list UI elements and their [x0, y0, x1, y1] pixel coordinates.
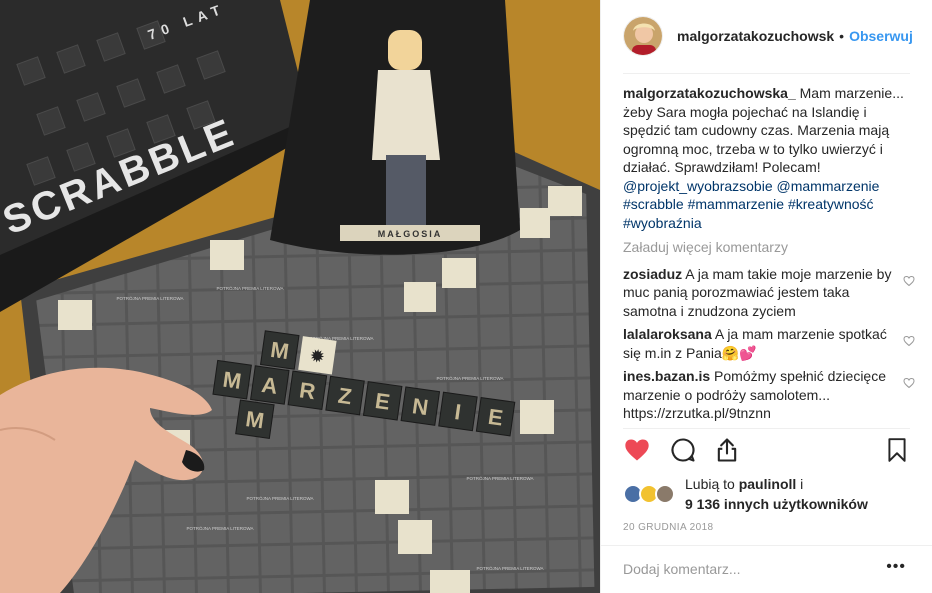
heart-icon[interactable]: [623, 436, 651, 464]
caption-username[interactable]: malgorzatakozuchowska_: [623, 85, 796, 101]
comment-like-icon[interactable]: [903, 275, 915, 287]
avatar[interactable]: [623, 16, 663, 56]
liker-avatars: [623, 484, 679, 504]
likes-middle: i: [800, 476, 804, 492]
comment-icon[interactable]: [669, 436, 697, 464]
avatar-image: [624, 17, 662, 55]
bookmark-icon[interactable]: [884, 436, 910, 464]
post-sidebar: malgorzatakozuchowsk • Obserwuj malgorza…: [600, 0, 932, 593]
post-photo[interactable]: POTRÓJNA PREMIA LITEROWA POTRÓJNA PREMIA…: [0, 0, 600, 593]
post-date[interactable]: 20 GRUDNIA 2018: [623, 522, 714, 533]
liker-avatar[interactable]: [655, 484, 675, 504]
post-caption: malgorzatakozuchowska_ Mam marzenie... ż…: [623, 84, 915, 232]
comment: lalalaroksana A ja mam marzenie spotkać …: [623, 325, 915, 362]
add-comment-input[interactable]: Dodaj komentarz...: [623, 561, 741, 577]
scrabble-photo: POTRÓJNA PREMIA LITEROWA POTRÓJNA PREMIA…: [0, 0, 600, 593]
likes-prefix: Lubią to: [685, 476, 735, 492]
post-header: malgorzatakozuchowsk • Obserwuj: [601, 0, 932, 72]
load-more-comments-button[interactable]: Załaduj więcej komentarzy: [623, 238, 915, 257]
divider: [601, 545, 932, 546]
comments-list: malgorzatakozuchowska_ Mam marzenie... ż…: [623, 84, 915, 428]
premium-label: POTRÓJNA PREMIA LITEROWA: [466, 475, 533, 481]
tile-letter: M: [244, 406, 266, 433]
tile-bag: MAŁGOSIA: [270, 0, 520, 255]
divider: [623, 428, 910, 429]
comment-username[interactable]: lalalaroksana: [623, 326, 712, 342]
premium-label: POTRÓJNA PREMIA LITEROWA: [436, 375, 503, 381]
header-username[interactable]: malgorzatakozuchowsk: [677, 28, 834, 44]
divider: [623, 73, 910, 74]
comment-like-icon[interactable]: [903, 335, 915, 347]
bag-label: MAŁGOSIA: [378, 229, 443, 239]
likes-user[interactable]: paulinoll: [739, 476, 797, 492]
action-bar: [623, 436, 910, 468]
caption-tags[interactable]: @projekt_wyobrazsobie @mammarzenie #scra…: [623, 178, 879, 231]
likes-count[interactable]: 9 136 innych użytkowników: [685, 496, 868, 512]
star-icon: ✹: [308, 345, 326, 367]
tile-letter: M: [269, 337, 291, 364]
comment-username[interactable]: ines.bazan.is: [623, 368, 710, 384]
follow-button[interactable]: Obserwuj: [849, 28, 913, 44]
premium-label: POTRÓJNA PREMIA LITEROWA: [246, 495, 313, 501]
comment-like-icon[interactable]: [903, 377, 915, 389]
premium-label: POTRÓJNA PREMIA LITEROWA: [116, 295, 183, 301]
tile-letter: M: [221, 367, 243, 394]
premium-label: POTRÓJNA PREMIA LITEROWA: [186, 525, 253, 531]
share-icon[interactable]: [713, 436, 741, 464]
premium-label: POTRÓJNA PREMIA LITEROWA: [216, 285, 283, 291]
comment: ines.bazan.is Pomóżmy spełnić dziecięce …: [623, 367, 915, 423]
likes-summary: Lubią to paulinoll i 9 136 innych użytko…: [623, 474, 913, 514]
premium-label: POTRÓJNA PREMIA LITEROWA: [476, 565, 543, 571]
instagram-post: POTRÓJNA PREMIA LITEROWA POTRÓJNA PREMIA…: [0, 0, 932, 593]
more-icon[interactable]: •••: [886, 558, 906, 576]
separator-dot: •: [839, 28, 845, 44]
likes-text: Lubią to paulinoll i 9 136 innych użytko…: [685, 474, 868, 514]
comment: zosiaduz A ja mam takie moje marzenie by…: [623, 265, 915, 321]
comment-username[interactable]: zosiaduz: [623, 266, 682, 282]
